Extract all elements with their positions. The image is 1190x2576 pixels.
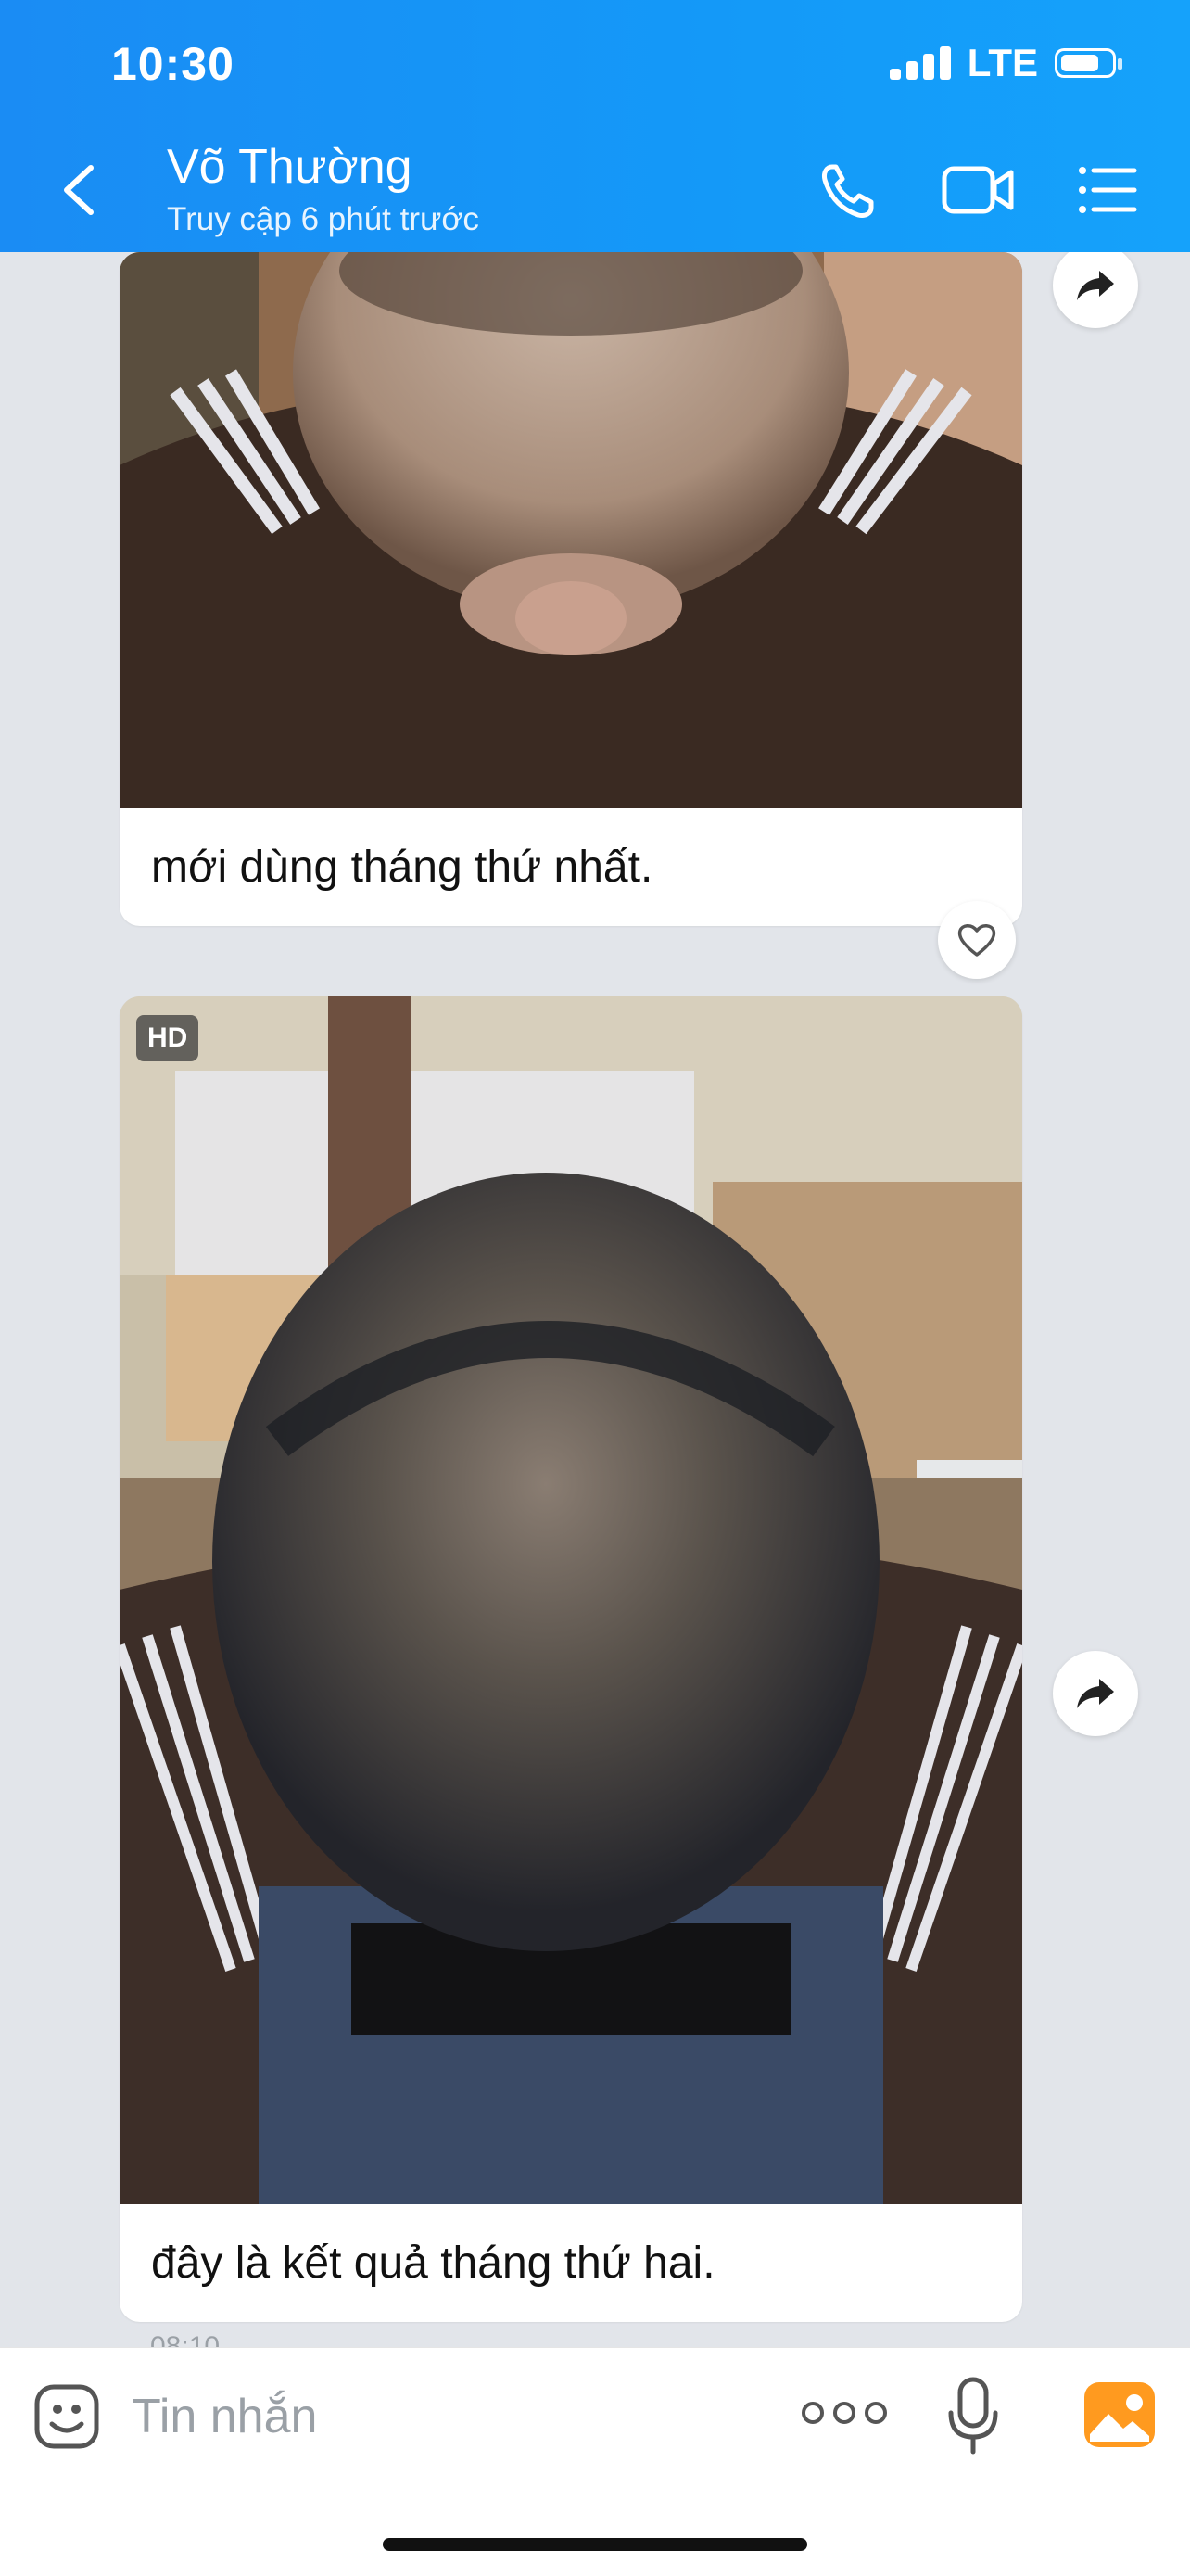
microphone-icon[interactable] <box>945 2376 1001 2455</box>
signal-icon <box>889 46 951 80</box>
heart-icon <box>957 924 996 957</box>
video-call-icon[interactable] <box>941 158 1015 222</box>
share-arrow-icon <box>1077 1679 1114 1708</box>
gallery-icon[interactable] <box>1082 2380 1157 2449</box>
back-arrow-icon[interactable] <box>56 162 102 218</box>
message-photo[interactable]: HD <box>120 996 1022 2204</box>
message-caption: mới dùng tháng thứ nhất. <box>151 843 653 892</box>
more-options-icon[interactable] <box>802 2402 887 2424</box>
photo-message[interactable]: mới dùng tháng thứ nhất. <box>120 252 1022 926</box>
phone-call-icon[interactable] <box>816 158 880 222</box>
share-button[interactable] <box>1053 252 1138 328</box>
status-time: 10:30 <box>111 38 234 90</box>
hd-badge: HD <box>136 1015 199 1061</box>
chat-header: 10:30 LTE Võ Thường Truy cập 6 phút trướ… <box>0 0 1190 252</box>
last-seen-status: Truy cập 6 phút trước <box>167 201 479 237</box>
photo-message[interactable]: HD đây là kết quả tháng thứ hai. <box>120 996 1022 2322</box>
home-indicator <box>383 2538 807 2551</box>
share-arrow-icon <box>1077 271 1114 300</box>
message-input[interactable]: Tin nhắn <box>132 2389 317 2444</box>
message-caption: đây là kết quả tháng thứ hai. <box>151 2239 715 2288</box>
react-heart-button[interactable] <box>938 901 1016 979</box>
message-photo[interactable] <box>120 252 1022 808</box>
contact-name[interactable]: Võ Thường <box>167 139 412 195</box>
message-list[interactable]: mới dùng tháng thứ nhất. HD đây là kết q… <box>0 252 1190 2347</box>
sticker-icon[interactable] <box>33 2383 100 2450</box>
share-button[interactable] <box>1053 1651 1138 1736</box>
network-type: LTE <box>967 41 1038 84</box>
battery-icon <box>1055 48 1122 78</box>
menu-list-icon[interactable] <box>1075 158 1140 222</box>
status-indicators: LTE <box>889 41 1122 85</box>
